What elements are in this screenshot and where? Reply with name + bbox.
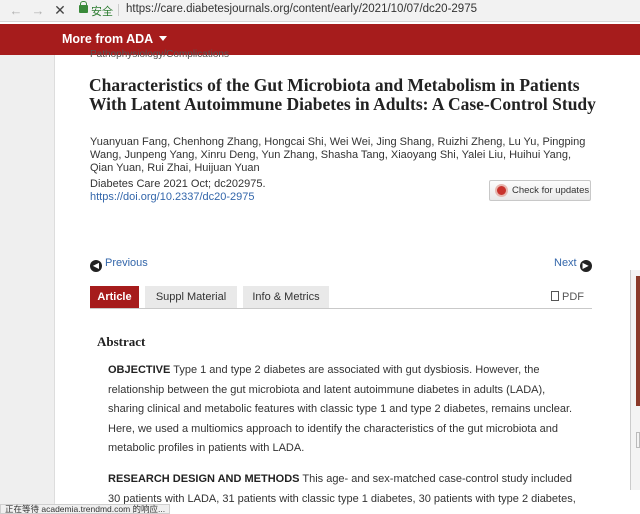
pdf-icon xyxy=(551,291,559,301)
article-title: Characteristics of the Gut Microbiota an… xyxy=(89,75,596,114)
divider xyxy=(118,4,119,16)
previous-link[interactable]: ◀ Previous xyxy=(90,257,148,272)
tab-suppl-material[interactable]: Suppl Material xyxy=(145,286,237,308)
tab-info-metrics[interactable]: Info & Metrics xyxy=(243,286,329,308)
citation: Diabetes Care 2021 Oct; dc202975. xyxy=(90,178,266,190)
status-bar: 正在等待 academia.trendmd.com 的响应... xyxy=(0,504,171,514)
side-panel-control[interactable] xyxy=(636,432,640,448)
arrow-right-icon: → xyxy=(31,3,45,18)
arrow-left-circle-icon: ◀ xyxy=(90,260,102,272)
stop-button[interactable]: ✕ xyxy=(52,2,68,19)
pdf-link[interactable]: PDF xyxy=(551,291,584,303)
crossmark-icon xyxy=(495,184,508,197)
abstract-methods: RESEARCH DESIGN AND METHODS This age- an… xyxy=(108,470,578,510)
browser-toolbar: ← → ✕ 安全 https://care.diabetesjournals.o… xyxy=(0,0,640,22)
lock-icon xyxy=(79,1,88,13)
side-panel-image xyxy=(636,276,640,406)
abstract-objective: OBJECTIVE Type 1 and type 2 diabetes are… xyxy=(108,361,578,459)
article-category[interactable]: Pathophysiology/Complications xyxy=(90,49,229,60)
caret-down-icon xyxy=(159,36,168,41)
close-icon: ✕ xyxy=(54,2,66,18)
secure-label: 安全 xyxy=(91,6,113,18)
doi-link[interactable]: https://doi.org/10.2337/dc20-2975 xyxy=(90,191,255,203)
forward-button[interactable]: → xyxy=(30,2,46,19)
author-list: Yuanyuan Fang, Chenhong Zhang, Hongcai S… xyxy=(90,136,586,174)
next-link[interactable]: Next ▶ xyxy=(554,257,592,272)
article-tabs: Article Suppl Material Info & Metrics xyxy=(90,286,592,309)
check-for-updates-button[interactable]: Check for updates xyxy=(489,180,591,201)
more-from-ada-label: More from ADA xyxy=(62,32,154,46)
next-label: Next xyxy=(554,257,577,269)
arrow-right-circle-icon: ▶ xyxy=(579,260,592,272)
address-bar[interactable]: https://care.diabetesjournals.org/conten… xyxy=(126,3,477,15)
objective-text: Type 1 and type 2 diabetes are associate… xyxy=(108,364,573,454)
arrow-left-icon: ← xyxy=(9,3,23,18)
objective-label: OBJECTIVE xyxy=(108,364,171,376)
methods-label: RESEARCH DESIGN AND METHODS xyxy=(108,473,300,485)
previous-label: Previous xyxy=(105,257,148,269)
check-for-updates-label: Check for updates xyxy=(512,185,590,196)
left-gutter xyxy=(0,55,55,505)
tab-article[interactable]: Article xyxy=(90,286,139,308)
pdf-label: PDF xyxy=(562,291,584,303)
back-button[interactable]: ← xyxy=(8,2,24,19)
abstract-heading: Abstract xyxy=(97,334,146,349)
more-from-ada-menu[interactable]: More from ADA xyxy=(62,32,168,46)
